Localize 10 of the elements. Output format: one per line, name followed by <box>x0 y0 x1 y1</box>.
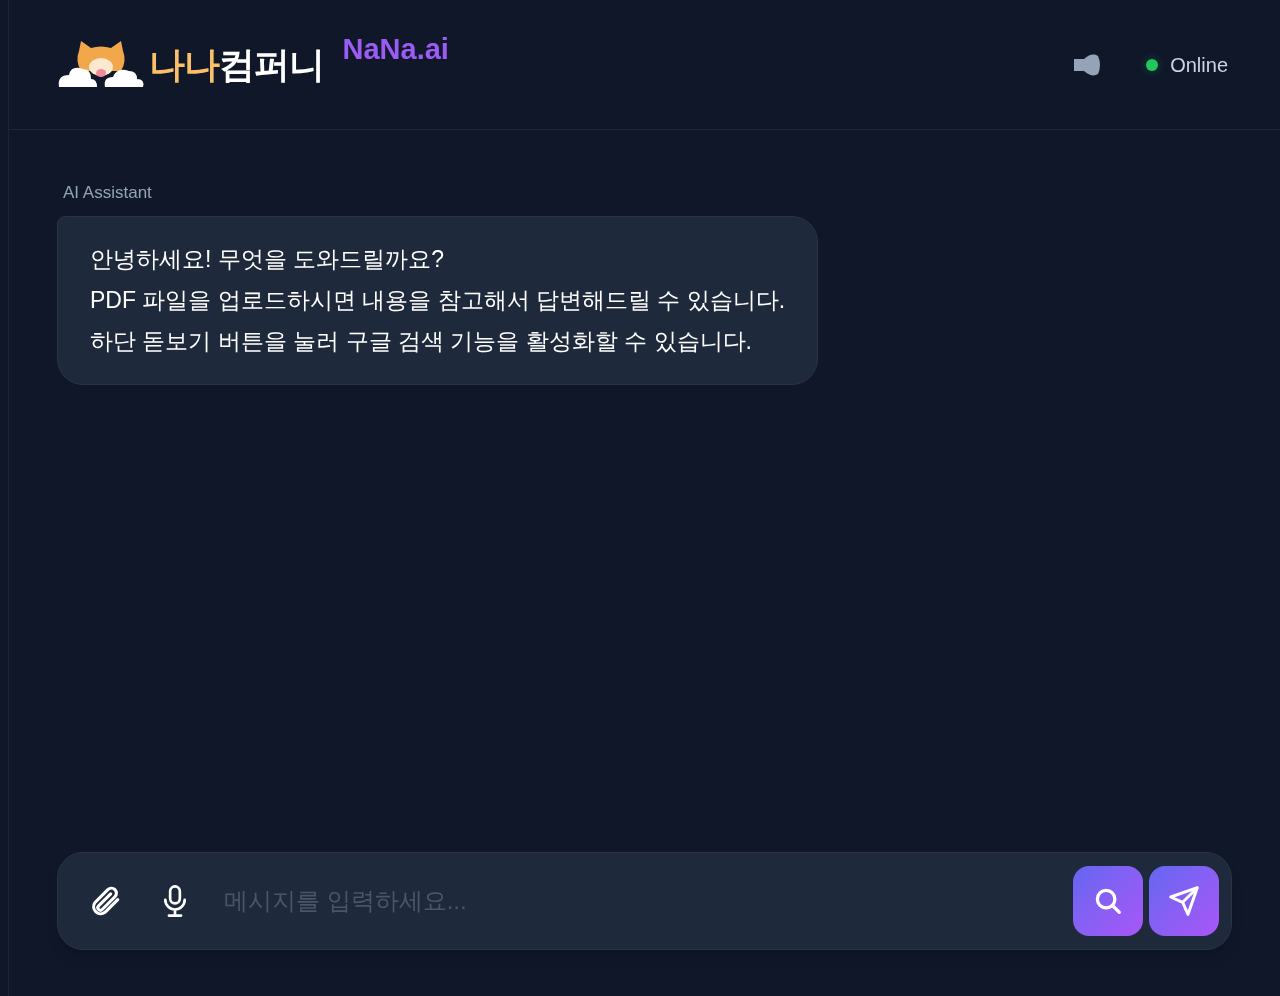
logo-word: 컴퍼니 <box>219 43 325 85</box>
logo-word: 나나 <box>149 43 220 85</box>
send-button[interactable] <box>1149 866 1219 936</box>
search-icon <box>1093 886 1123 916</box>
status-label: Online <box>1170 52 1228 78</box>
sender-label: AI Assistant <box>63 182 152 204</box>
chat-message: 안녕하세요! 무엇을 도와드릴까요? PDF 파일을 업로드하시면 내용을 참고해서 답변해드릴 수 있습니다. 하단 돋보기 버튼을 눌러 구글 검색 기능을 활성화할 수 있습니다. <box>57 215 819 385</box>
brand-name: NaNa.ai <box>342 34 449 64</box>
send-icon <box>1168 885 1200 917</box>
search-button[interactable] <box>1073 866 1143 936</box>
